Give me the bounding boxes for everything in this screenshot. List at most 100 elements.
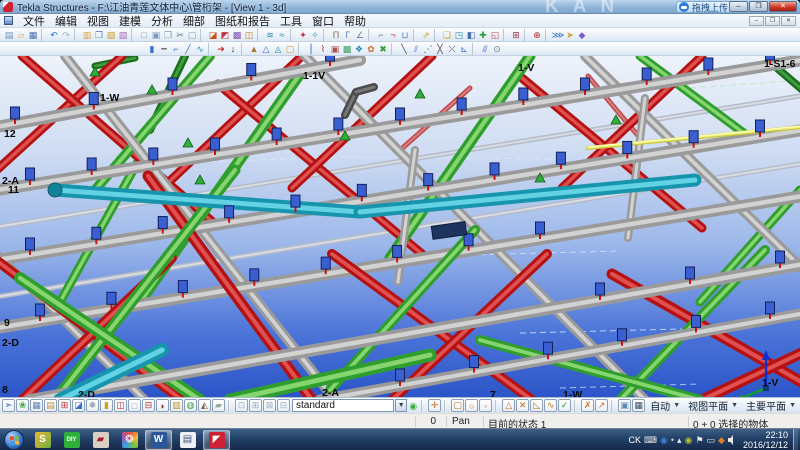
select-surface-icon[interactable]: ▥ bbox=[170, 399, 183, 412]
wave-b-icon[interactable]: ≈ bbox=[276, 29, 288, 41]
combo-dropdown-arrow[interactable]: ▼ bbox=[395, 399, 407, 412]
snap-box-icon[interactable]: ▢ bbox=[451, 399, 464, 412]
copy-icon[interactable]: ❐ bbox=[93, 29, 105, 41]
paste-icon[interactable]: ▨ bbox=[105, 29, 117, 41]
component-a-icon[interactable]: ❏ bbox=[441, 29, 453, 41]
angle-icon[interactable]: ∠ bbox=[354, 29, 366, 41]
minimize-button[interactable]: – bbox=[729, 1, 748, 12]
query-icon[interactable]: ✧ bbox=[309, 29, 321, 41]
line-f-icon[interactable]: ⊾ bbox=[458, 43, 470, 55]
snap-check-icon[interactable]: ✓ bbox=[558, 399, 571, 412]
create-polybeam-icon[interactable]: ⌐ bbox=[170, 43, 182, 55]
antivirus-tray-icon[interactable]: ◉ bbox=[685, 435, 693, 445]
screw-icon[interactable]: ⊕ bbox=[531, 29, 543, 41]
drawing-single-icon[interactable]: ◩ bbox=[219, 29, 231, 41]
upload-button[interactable]: 拖拽上传 bbox=[676, 1, 734, 13]
select-empty-icon[interactable]: □ bbox=[128, 399, 141, 412]
language-indicator[interactable]: CK bbox=[629, 435, 642, 445]
snap-curve-icon[interactable]: ∿ bbox=[544, 399, 557, 412]
menu-item-4[interactable]: 分析 bbox=[146, 13, 178, 29]
select-rebar-icon[interactable]: ◗ bbox=[156, 399, 169, 412]
snap-arrow-icon[interactable]: ↗ bbox=[595, 399, 608, 412]
child-minimize-button[interactable]: – bbox=[749, 16, 764, 26]
line-d-icon[interactable]: ╳ bbox=[434, 43, 446, 55]
macro-x-icon[interactable]: ✖ bbox=[377, 43, 389, 55]
snap-dot-icon[interactable]: ◦ bbox=[479, 399, 492, 412]
profile-c-icon[interactable]: ⊔ bbox=[399, 29, 411, 41]
view-new-icon[interactable]: ▣ bbox=[150, 29, 162, 41]
select-weld-icon[interactable]: ◫ bbox=[114, 399, 127, 412]
word-app-taskbar-button[interactable]: W bbox=[145, 430, 172, 450]
select-filter-c-icon[interactable]: ⊠ bbox=[263, 399, 276, 412]
render-sphere-icon[interactable]: ◉ bbox=[407, 400, 419, 412]
close-button[interactable]: ✕ bbox=[769, 1, 797, 12]
child-restore-button[interactable]: ❐ bbox=[765, 16, 780, 26]
truss-member-red[interactable] bbox=[218, 84, 422, 254]
tekla-app-taskbar-button[interactable]: ◤ bbox=[203, 430, 230, 450]
menu-item-7[interactable]: 工具 bbox=[275, 13, 307, 29]
select-grid-icon[interactable]: ⊞ bbox=[58, 399, 71, 412]
profile-b-icon[interactable]: ¬ bbox=[387, 29, 399, 41]
weld-icon[interactable]: ▣ bbox=[329, 43, 341, 55]
create-item-icon[interactable]: ➜ bbox=[215, 43, 227, 55]
menu-item-2[interactable]: 视图 bbox=[82, 13, 114, 29]
cut-icon[interactable]: ✂ bbox=[174, 29, 186, 41]
truss-member-dark[interactable] bbox=[356, 87, 374, 92]
frame-pi-icon[interactable]: Π bbox=[330, 29, 342, 41]
drawing-cast-icon[interactable]: ◫ bbox=[243, 29, 255, 41]
component-add-icon[interactable]: ✚ bbox=[477, 29, 489, 41]
snap-off-icon[interactable]: ✗ bbox=[581, 399, 594, 412]
viewport-3d[interactable]: 1-W121-1V1-V1-S1-62-A1192-D82-D2-A71-W1-… bbox=[0, 56, 800, 397]
view-basic-icon[interactable]: ▢ bbox=[186, 29, 198, 41]
action-center-icon[interactable]: ⚑ bbox=[695, 435, 703, 445]
select-assembly-icon[interactable]: ▤ bbox=[44, 399, 57, 412]
select-points-icon[interactable]: ❅ bbox=[86, 399, 99, 412]
update-tray-icon[interactable]: ◆ bbox=[718, 435, 725, 445]
drawing-ga-icon[interactable]: ◪ bbox=[207, 29, 219, 41]
snap-corner-icon[interactable]: ◺ bbox=[530, 399, 543, 412]
reader-app-taskbar-button[interactable]: ▰ bbox=[87, 430, 114, 450]
detail-a-icon[interactable]: ▲ bbox=[248, 43, 260, 55]
select-filter-b-icon[interactable]: ⊞ bbox=[249, 399, 262, 412]
sequence-icon[interactable]: ⋙ bbox=[552, 29, 564, 41]
menu-item-6[interactable]: 图纸和报告 bbox=[210, 13, 275, 29]
run-macro-icon[interactable]: ➤ bbox=[564, 29, 576, 41]
line-c-icon[interactable]: ⋰ bbox=[422, 43, 434, 55]
circle-snap-icon[interactable]: ⊙ bbox=[491, 43, 503, 55]
component-b-icon[interactable]: ◳ bbox=[453, 29, 465, 41]
save-icon[interactable]: ▦ bbox=[27, 29, 39, 41]
frame-gamma-icon[interactable]: Γ bbox=[342, 29, 354, 41]
view-pair-icon[interactable]: ❒ bbox=[162, 29, 174, 41]
component-catalog-icon[interactable]: ✿ bbox=[365, 43, 377, 55]
cut-part-icon[interactable]: ▩ bbox=[341, 43, 353, 55]
media-app-taskbar-button[interactable]: ❂ bbox=[116, 430, 143, 450]
properties-icon[interactable]: ▥ bbox=[81, 29, 93, 41]
start-button[interactable] bbox=[4, 430, 24, 450]
show-desktop-button[interactable] bbox=[793, 429, 798, 450]
snap-reference-icon[interactable]: ✛ bbox=[428, 399, 441, 412]
create-column-icon[interactable]: ▮ bbox=[146, 43, 158, 55]
select-plane-icon[interactable]: ◪ bbox=[72, 399, 85, 412]
open-icon[interactable]: ▱ bbox=[15, 29, 27, 41]
select-object-icon[interactable]: ▰ bbox=[212, 399, 225, 412]
line-e-icon[interactable]: ⤫ bbox=[446, 43, 458, 55]
bolt-a-icon[interactable]: ⎮ bbox=[305, 43, 317, 55]
component-d-icon[interactable]: ◱ bbox=[489, 29, 501, 41]
select-all-icon[interactable]: ❀ bbox=[16, 399, 29, 412]
line-b-icon[interactable]: ⫽ bbox=[410, 43, 422, 55]
snap-triangle-icon[interactable]: △ bbox=[502, 399, 515, 412]
detail-d-icon[interactable]: ▢ bbox=[284, 43, 296, 55]
grid-icon[interactable]: ⊞ bbox=[510, 29, 522, 41]
keyboard-tray-icon[interactable]: ⌨ bbox=[644, 435, 657, 445]
select-component-icon[interactable]: ◭ bbox=[198, 399, 211, 412]
notes-app-taskbar-button[interactable]: ▤ bbox=[174, 430, 201, 450]
info-icon[interactable]: ◆ bbox=[576, 29, 588, 41]
plane-type-dropdown[interactable]: 视图平面▼ bbox=[684, 398, 742, 413]
menu-item-1[interactable]: 编辑 bbox=[50, 13, 82, 29]
menu-item-3[interactable]: 建模 bbox=[114, 13, 146, 29]
create-pin-icon[interactable]: ↓ bbox=[227, 43, 239, 55]
profile-a-icon[interactable]: ⌐ bbox=[375, 29, 387, 41]
wave-a-icon[interactable]: ≋ bbox=[264, 29, 276, 41]
child-close-button[interactable]: ✕ bbox=[781, 16, 796, 26]
speaker-icon[interactable] bbox=[728, 435, 738, 445]
